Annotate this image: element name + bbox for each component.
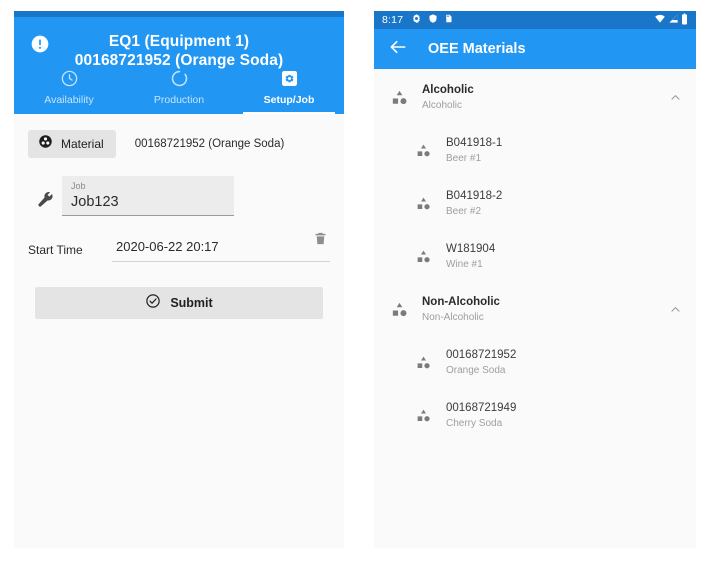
list-item-primary: B041918-1 [446,137,503,149]
status-bar-clock: 8:17 [382,14,404,26]
list-item-text: 00168721952 Orange Soda [440,347,666,378]
list-item-text: Non-Alcoholic Non-Alcoholic [416,294,666,325]
category-shapes-icon [406,355,440,370]
back-arrow-icon[interactable] [388,37,408,62]
clock-icon [60,68,79,88]
shield-icon [428,13,438,27]
list-item-00168721949[interactable]: 00168721949 Cherry Soda [374,389,696,442]
category-shapes-icon [382,301,416,318]
job-field-value: Job123 [71,194,119,210]
list-item-secondary: Wine #1 [446,259,483,270]
list-item-group-non-alcoholic[interactable]: Non-Alcoholic Non-Alcoholic [374,283,696,336]
list-item-b041918-1[interactable]: B041918-1 Beer #1 [374,124,696,177]
android-status-bar: 8:17 [374,11,696,29]
setup-job-form: Material 00168721952 (Orange Soda) Job J… [14,114,344,548]
equipment-title-line1: EQ1 (Equipment 1) [108,33,250,50]
loop-circle-icon [170,68,189,88]
list-item-w181904[interactable]: W181904 Wine #1 [374,230,696,283]
submit-button-label: Submit [170,296,213,310]
battery-icon [681,13,688,28]
status-bar-right-group [654,13,688,28]
settings-square-icon [280,68,299,88]
job-field-label: Job [71,181,86,191]
oee-materials-phone-screen: 8:17 OEE Materials Alcoholic Alcoholic B… [374,11,696,548]
job-input-field[interactable]: Job Job123 [62,176,234,216]
material-value: 00168721952 (Orange Soda) [134,138,285,150]
category-shapes-icon [406,408,440,423]
equipment-app-bar: EQ1 (Equipment 1) 00168721952 (Orange So… [14,17,344,114]
start-time-value: 2020-06-22 20:17 [116,239,219,254]
list-item-text: Alcoholic Alcoholic [416,82,666,113]
submit-row: Submit [14,287,344,319]
tab-production-label: Production [153,94,205,106]
list-item-b041918-2[interactable]: B041918-2 Beer #2 [374,177,696,230]
wifi-icon [654,13,666,27]
tab-availability[interactable]: Availability [14,66,124,114]
chevron-up-icon[interactable] [666,91,684,104]
chevron-up-icon[interactable] [666,303,684,316]
materials-list[interactable]: Alcoholic Alcoholic B041918-1 Beer #1 B0… [374,69,696,548]
list-item-secondary: Beer #1 [446,153,482,164]
material-button-label: Material [61,137,104,151]
list-item-secondary: Orange Soda [446,365,506,376]
list-item-group-alcoholic[interactable]: Alcoholic Alcoholic [374,71,696,124]
tab-setup-job[interactable]: Setup/Job [234,66,344,114]
equipment-tab-bar: Availability Production Setup/Job [14,66,344,114]
category-shapes-icon [406,249,440,264]
list-item-secondary: Cherry Soda [446,418,503,429]
list-item-text: 00168721949 Cherry Soda [440,400,666,431]
material-button[interactable]: Material [28,130,116,158]
list-item-text: W181904 Wine #1 [440,241,666,272]
job-row: Job Job123 [14,176,344,216]
list-item-primary: W181904 [446,243,496,255]
sd-card-icon [444,13,453,27]
wrench-icon [28,190,62,216]
submit-button[interactable]: Submit [35,287,323,319]
check-circle-icon [145,293,161,314]
list-item-secondary: Beer #2 [446,206,482,217]
equipment-setup-phone-screen: EQ1 (Equipment 1) 00168721952 (Orange So… [14,11,344,548]
list-item-text: B041918-1 Beer #1 [440,135,666,166]
start-time-row: Start Time 2020-06-22 20:17 [14,232,344,262]
list-item-secondary: Alcoholic [422,100,463,111]
list-item-text: B041918-2 Beer #2 [440,188,666,219]
start-time-label: Start Time [28,243,83,257]
bubble-chart-icon [38,134,53,154]
materials-page-title: OEE Materials [428,41,526,57]
category-shapes-icon [406,143,440,158]
list-item-primary: 00168721952 [446,349,517,361]
list-item-secondary: Non-Alcoholic [422,312,484,323]
tab-production[interactable]: Production [124,66,234,114]
list-item-00168721952[interactable]: 00168721952 Orange Soda [374,336,696,389]
tab-availability-label: Availability [44,94,94,106]
category-shapes-icon [382,89,416,106]
material-row: Material 00168721952 (Orange Soda) [14,129,344,159]
list-item-primary: B041918-2 [446,190,503,202]
materials-app-bar: OEE Materials [374,29,696,69]
gear-icon [411,13,422,27]
list-item-primary: 00168721949 [446,402,517,414]
list-item-primary: Alcoholic [422,84,474,96]
error-outline-icon[interactable] [30,34,50,54]
start-time-input-field[interactable]: 2020-06-22 20:17 [112,232,330,262]
category-shapes-icon [406,196,440,211]
equipment-title: EQ1 (Equipment 1) 00168721952 (Orange So… [14,25,344,70]
cellular-signal-icon [668,13,679,27]
list-item-primary: Non-Alcoholic [422,296,500,308]
trash-icon[interactable] [313,230,328,252]
status-bar-left-group: 8:17 [382,13,453,27]
tab-setup-job-label: Setup/Job [263,94,315,106]
